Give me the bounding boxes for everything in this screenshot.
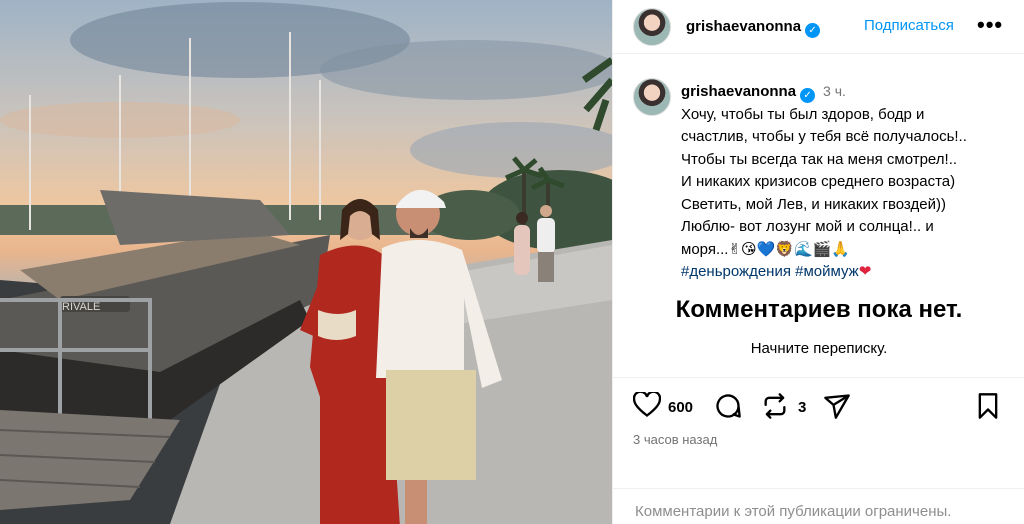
post-photo[interactable]: RIVALE: [0, 0, 612, 524]
follow-button[interactable]: Подписаться: [864, 17, 954, 34]
likes-count[interactable]: 600: [668, 399, 693, 416]
bookmark-icon[interactable]: [975, 392, 1001, 425]
posted-time[interactable]: 3 часов назад: [633, 432, 717, 447]
caption-header-line: grishaevanonna ✓ 3 ч.: [681, 80, 1013, 104]
caption-line: моря...✌😘💙🦁🌊🎬🙏: [681, 240, 851, 258]
caption-verified-badge-icon: ✓: [800, 88, 816, 103]
author-avatar[interactable]: [633, 8, 671, 46]
repost-icon[interactable]: [761, 392, 789, 425]
caption-line: Хочу, чтобы ты был здоров, бодр и: [681, 105, 925, 123]
caption-author-avatar[interactable]: [633, 78, 671, 116]
caption-timestamp[interactable]: 3 ч.: [823, 83, 846, 99]
post-caption: grishaevanonna ✓ 3 ч. Хочу, чтобы ты был з…: [681, 80, 1013, 284]
comments-limited-notice: Комментарии к этой публикации ограничены…: [635, 503, 952, 520]
caption-hashtags-line: #деньрождения #моймуж❤: [681, 261, 1013, 284]
caption-line: И никаких кризисов среднего возраста): [681, 173, 956, 190]
verified-badge-icon: ✓: [805, 23, 821, 38]
caption-line: Светить, мой Лев, и никаких гвоздей)): [681, 195, 946, 213]
caption-line: Люблю- вот лозунг мой и солнца!.. и: [681, 218, 934, 235]
caption-username[interactable]: grishaevanonna: [681, 83, 796, 100]
heart-icon[interactable]: [632, 390, 662, 423]
post-actions-bar: 600 3: [613, 377, 1024, 439]
more-options-icon[interactable]: •••: [977, 12, 1003, 38]
username-text[interactable]: grishaevanonna: [686, 18, 801, 35]
start-conversation-text: Начните переписку.: [750, 340, 888, 357]
post-header: grishaevanonna ✓ Подписаться •••: [613, 0, 1024, 54]
boat-name: RIVALE: [62, 301, 100, 313]
author-username[interactable]: grishaevanonna ✓: [686, 18, 821, 38]
post-side-panel: grishaevanonna ✓ Подписаться ••• grishaev…: [612, 0, 1024, 524]
reposts-count[interactable]: 3: [798, 399, 806, 416]
no-comments-title: Комментариев пока нет.: [675, 296, 963, 323]
photo-scene: RIVALE: [0, 2, 612, 524]
caption-line: Чтобы ты всегда так на меня смотрел!..: [681, 150, 958, 168]
comments-footer: Комментарии к этой публикации ограничены…: [613, 488, 1024, 524]
heart-emoji-icon: ❤: [858, 263, 872, 280]
caption-hashtags[interactable]: #деньрождения #моймуж: [681, 263, 859, 280]
share-icon[interactable]: [822, 392, 852, 425]
caption-line: счастлив, чтобы у тебя всё получалось!..: [681, 128, 967, 145]
comment-icon[interactable]: [714, 392, 742, 425]
